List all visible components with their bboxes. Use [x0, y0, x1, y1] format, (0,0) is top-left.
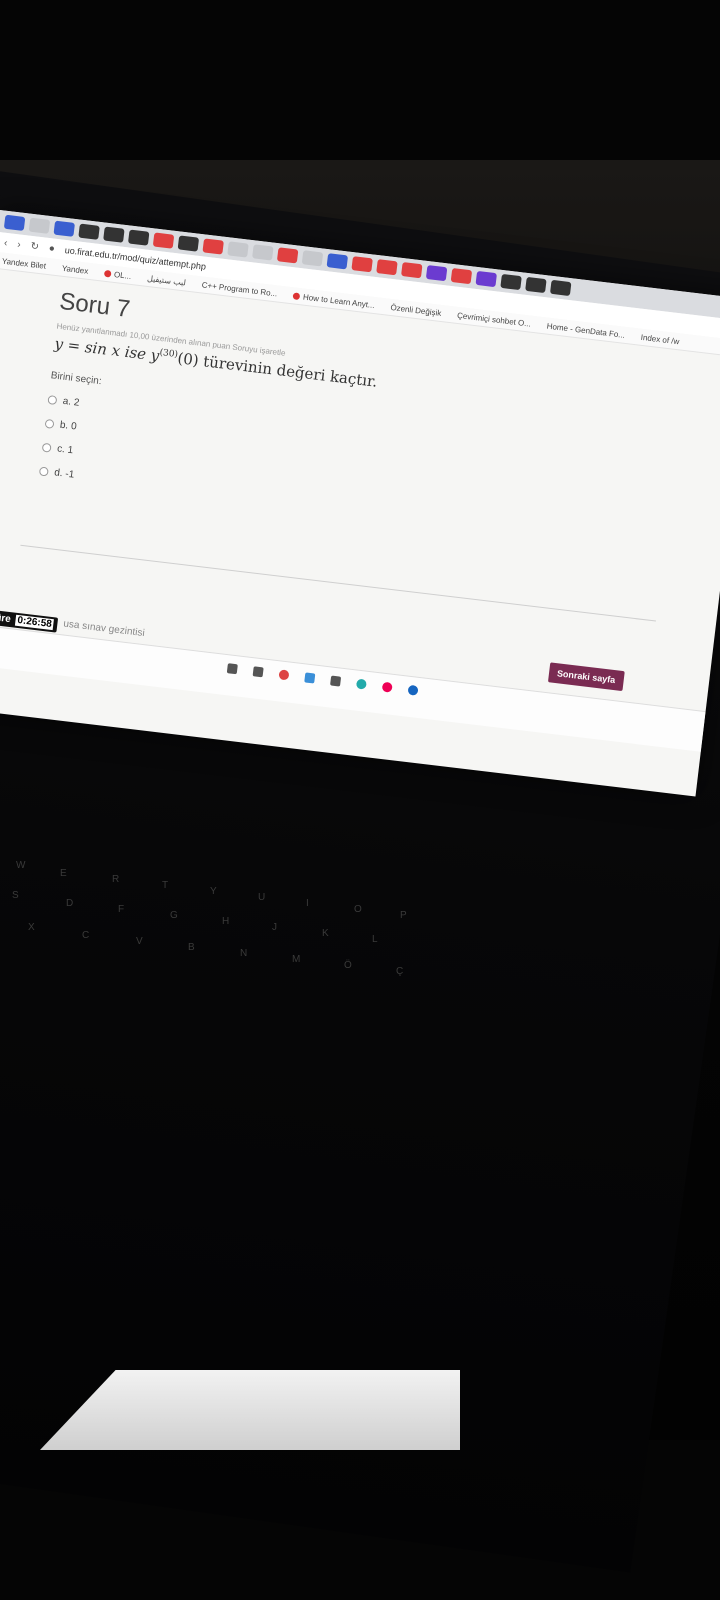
app-icon[interactable] [407, 684, 419, 696]
tab[interactable] [78, 223, 100, 240]
tab[interactable] [326, 253, 349, 270]
keyboard-key: Ç [396, 966, 404, 977]
bookmark-item[interactable]: OL... [103, 268, 132, 281]
radio-button[interactable] [41, 442, 52, 453]
keyboard: W E R T Y U I O P S D F G H J K L X C V … [0, 820, 720, 1120]
bookmark-label: OL... [113, 269, 132, 281]
keyboard-key: I [306, 898, 309, 909]
next-page-button[interactable]: Sonraki sayfa [547, 662, 625, 692]
back-icon[interactable]: ‹ [4, 237, 9, 248]
bookmark-item[interactable]: Özenli Değişik [390, 302, 442, 317]
tab[interactable] [475, 270, 498, 288]
tab[interactable] [202, 238, 224, 255]
keyboard-key: Y [210, 886, 217, 897]
bookmark-item[interactable]: Yandex [61, 263, 88, 275]
tab[interactable] [301, 250, 324, 267]
tab[interactable] [177, 235, 200, 252]
youtube-icon [103, 269, 112, 278]
opera-icon[interactable] [278, 669, 290, 681]
keyboard-key: C [82, 930, 90, 941]
keyboard-key: E [60, 868, 67, 879]
tab[interactable] [376, 259, 398, 276]
keyboard-key: Ö [344, 960, 352, 971]
timer-label: Kalan süre [0, 608, 12, 626]
reload-icon[interactable]: ↻ [30, 240, 40, 252]
keyboard-key: M [292, 954, 301, 965]
option-label: a. 2 [62, 395, 81, 409]
tab[interactable] [525, 276, 547, 294]
laptop-screen: ✕ ‹ › ↻ ● uo.firat.edu.tr/mod/quiz/attem… [0, 210, 720, 797]
tab[interactable] [450, 267, 473, 285]
keyboard-key: B [188, 942, 195, 953]
keyboard-key: R [112, 874, 120, 885]
tab[interactable] [53, 220, 75, 237]
option-label: b. 0 [59, 419, 78, 433]
photo: ✕ ‹ › ↻ ● uo.firat.edu.tr/mod/quiz/attem… [0, 0, 720, 1600]
keyboard-key: N [240, 948, 248, 959]
keyboard-key: O [354, 904, 362, 915]
radio-button[interactable] [38, 466, 49, 477]
edge-icon[interactable] [304, 672, 316, 684]
divider [20, 544, 657, 622]
keyboard-key: F [118, 904, 125, 915]
keyboard-key: T [162, 880, 169, 891]
app-icon[interactable] [381, 681, 393, 693]
keyboard-key: H [222, 916, 230, 927]
youtube-icon [292, 292, 301, 301]
tab[interactable] [500, 273, 522, 291]
keyboard-key: X [28, 922, 35, 933]
keyboard-key: U [258, 892, 266, 903]
derivative-order: (30) [158, 347, 179, 361]
tab[interactable] [103, 226, 125, 243]
keyboard-key: J [272, 922, 277, 933]
tab[interactable] [227, 241, 249, 258]
app-icon[interactable] [226, 663, 238, 675]
keyboard-key: W [16, 860, 26, 871]
tab[interactable] [152, 232, 175, 249]
option-label: c. 1 [56, 442, 74, 456]
timer-value: 0:26:58 [14, 614, 55, 631]
app-icon[interactable] [330, 675, 342, 687]
bookmark-item[interactable]: Yandex Bilet [1, 256, 46, 270]
bookmark-item[interactable]: ليب ستيفيل [147, 273, 187, 287]
lock-icon[interactable] [252, 666, 264, 678]
tab[interactable] [127, 229, 150, 246]
keyboard-key: K [322, 928, 329, 939]
tab[interactable] [401, 262, 423, 279]
tab[interactable] [549, 279, 572, 297]
tab[interactable] [351, 256, 373, 273]
keyboard-key: V [136, 936, 143, 947]
keyboard-key: S [12, 890, 19, 901]
forward-icon[interactable]: › [17, 239, 22, 250]
bookmark-item[interactable]: Index of /w [640, 332, 679, 346]
keyboard-key: L [372, 934, 378, 945]
lock-icon: ● [48, 242, 56, 255]
radio-button[interactable] [47, 394, 58, 405]
tab[interactable] [252, 244, 274, 261]
tab[interactable] [28, 217, 51, 234]
tab[interactable] [3, 214, 26, 231]
tab[interactable] [425, 265, 448, 282]
keyboard-key: P [400, 910, 407, 921]
chrome-icon[interactable] [355, 678, 367, 690]
radio-button[interactable] [44, 418, 55, 429]
tab[interactable] [276, 247, 299, 264]
keyboard-key: D [66, 898, 74, 909]
option-label: d. -1 [53, 466, 75, 481]
keyboard-key: G [170, 910, 178, 921]
